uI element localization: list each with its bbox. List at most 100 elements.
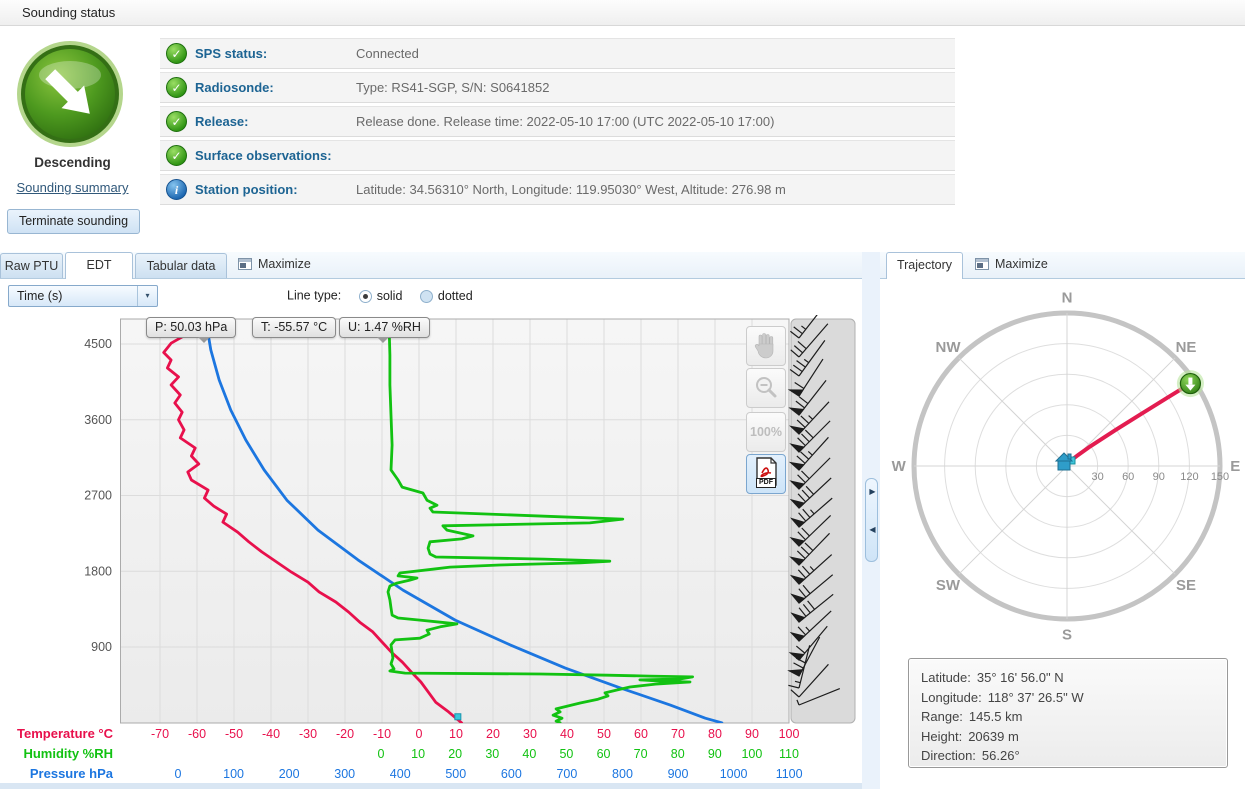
svg-text:Humidity %RH: Humidity %RH xyxy=(23,746,113,761)
status-row-sps: SPS status: Connected xyxy=(160,38,955,69)
svg-text:90: 90 xyxy=(708,747,722,761)
svg-text:600: 600 xyxy=(501,767,522,781)
maximize-right-panel-button[interactable]: Maximize xyxy=(975,257,1048,273)
time-axis-ticks: 9001800270036004500 xyxy=(84,337,112,654)
svg-text:500: 500 xyxy=(445,767,466,781)
sounding-summary-link[interactable]: Sounding summary xyxy=(0,180,145,195)
release-marker xyxy=(455,714,461,720)
svg-text:80: 80 xyxy=(671,747,685,761)
tooltip-tail xyxy=(198,337,210,349)
profile-chart[interactable]: 9001800270036004500Temperature °C-70-60-… xyxy=(0,315,862,783)
svg-text:900: 900 xyxy=(668,767,689,781)
info-range: Range:145.5 km xyxy=(921,707,1215,727)
humidity-axis: Humidity %RH0102030405060708090100110 xyxy=(23,746,799,761)
svg-text:300: 300 xyxy=(334,767,355,781)
status-row-radiosonde: Radiosonde: Type: RS41-SGP, S/N: S064185… xyxy=(160,72,955,103)
tab-trajectory[interactable]: Trajectory xyxy=(886,252,963,279)
export-pdf-button[interactable]: PDF xyxy=(746,454,786,494)
status-value: Latitude: 34.56310° North, Longitude: 11… xyxy=(356,175,786,205)
sounding-state-label: Descending xyxy=(0,155,145,170)
tab-raw-ptu[interactable]: Raw PTU xyxy=(0,253,63,278)
svg-text:N: N xyxy=(1062,290,1073,307)
info-latitude: Latitude:35° 16' 56.0" N xyxy=(921,668,1215,688)
trajectory-path xyxy=(1067,384,1190,466)
tab-edt[interactable]: EDT xyxy=(65,252,133,279)
descending-status-icon xyxy=(14,38,126,150)
trajectory-compass[interactable]: NNEESESSWWNW306090120150 xyxy=(880,279,1245,658)
radio-dotted[interactable] xyxy=(420,290,433,303)
svg-text:Temperature °C: Temperature °C xyxy=(17,726,114,741)
svg-text:1100: 1100 xyxy=(776,767,803,781)
y-axis-selector-dropdown[interactable]: Time (s) xyxy=(8,285,158,307)
section-header: Sounding status xyxy=(0,0,1245,26)
svg-text:3600: 3600 xyxy=(84,413,112,427)
svg-text:NE: NE xyxy=(1176,339,1197,356)
svg-text:900: 900 xyxy=(91,640,112,654)
svg-text:SW: SW xyxy=(936,577,961,594)
svg-text:50: 50 xyxy=(597,727,611,741)
panel-splitter xyxy=(862,252,880,789)
svg-text:110: 110 xyxy=(779,747,799,761)
svg-text:100: 100 xyxy=(741,747,762,761)
horizontal-scroll-strip[interactable] xyxy=(0,783,862,789)
status-ok-icon xyxy=(166,111,187,132)
radio-dotted-label[interactable]: dotted xyxy=(438,289,473,303)
svg-text:Pressure hPa: Pressure hPa xyxy=(30,766,114,781)
svg-text:E: E xyxy=(1230,458,1240,475)
right-panel-tabbar: Trajectory Maximize xyxy=(880,252,1245,279)
collapse-left-icon xyxy=(868,525,877,534)
status-ok-icon xyxy=(166,77,187,98)
tab-tabular-data[interactable]: Tabular data xyxy=(135,253,227,278)
compass-ring-labels: 306090120150 xyxy=(1091,471,1229,483)
line-type-label: Line type: xyxy=(287,289,341,303)
svg-text:60: 60 xyxy=(1122,471,1134,483)
plot-area xyxy=(121,319,790,723)
maximize-label: Maximize xyxy=(258,257,311,271)
info-icon xyxy=(166,179,187,200)
svg-text:10: 10 xyxy=(449,727,463,741)
humidity-readout-tooltip: U: 1.47 %RH xyxy=(339,317,430,338)
zoom-out-button[interactable] xyxy=(746,368,786,408)
pan-tool-button[interactable] xyxy=(746,326,786,366)
info-direction: Direction:56.26° xyxy=(921,746,1215,766)
svg-text:700: 700 xyxy=(556,767,577,781)
zoom-level-label: 100% xyxy=(747,413,785,451)
svg-text:0: 0 xyxy=(175,767,182,781)
status-row-surface-observations: Surface observations: xyxy=(160,140,955,171)
svg-text:W: W xyxy=(892,458,907,475)
temperature-axis: Temperature °C-70-60-50-40-30-20-1001020… xyxy=(17,726,799,741)
svg-text:-30: -30 xyxy=(299,727,317,741)
station-house-icon xyxy=(1056,453,1072,470)
svg-text:2700: 2700 xyxy=(84,489,112,503)
status-ok-icon xyxy=(166,43,187,64)
svg-text:-50: -50 xyxy=(225,727,243,741)
splitter-collapse-handle[interactable] xyxy=(865,478,878,562)
app-root: Sounding status Descending Sounding summ… xyxy=(0,0,1245,789)
zoom-out-icon xyxy=(747,369,785,407)
status-label: Surface observations: xyxy=(195,141,332,171)
wind-barbs-panel xyxy=(788,315,855,723)
svg-text:0: 0 xyxy=(416,727,423,741)
svg-text:10: 10 xyxy=(411,747,425,761)
terminate-sounding-button[interactable]: Terminate sounding xyxy=(7,209,140,234)
y-axis-selected-value: Time (s) xyxy=(17,289,62,303)
line-type-group: Line type: solid dotted xyxy=(287,288,473,306)
svg-text:90: 90 xyxy=(1153,471,1165,483)
svg-text:100: 100 xyxy=(779,727,800,741)
svg-text:60: 60 xyxy=(597,747,611,761)
svg-text:30: 30 xyxy=(1091,471,1103,483)
temperature-readout-tooltip: T: -55.57 °C xyxy=(252,317,336,338)
status-label: SPS status: xyxy=(195,39,267,69)
svg-text:S: S xyxy=(1062,626,1072,643)
radio-solid-label[interactable]: solid xyxy=(377,289,403,303)
radio-solid[interactable] xyxy=(359,290,372,303)
svg-text:70: 70 xyxy=(634,747,648,761)
pressure-readout-tooltip: P: 50.03 hPa xyxy=(146,317,236,338)
status-row-station-position: Station position: Latitude: 34.56310° No… xyxy=(160,174,955,205)
svg-text:40: 40 xyxy=(560,727,574,741)
maximize-left-panel-button[interactable]: Maximize xyxy=(238,257,311,273)
svg-text:-40: -40 xyxy=(262,727,280,741)
zoom-reset-button[interactable]: 100% xyxy=(746,412,786,452)
svg-text:200: 200 xyxy=(279,767,300,781)
status-ok-icon xyxy=(166,145,187,166)
